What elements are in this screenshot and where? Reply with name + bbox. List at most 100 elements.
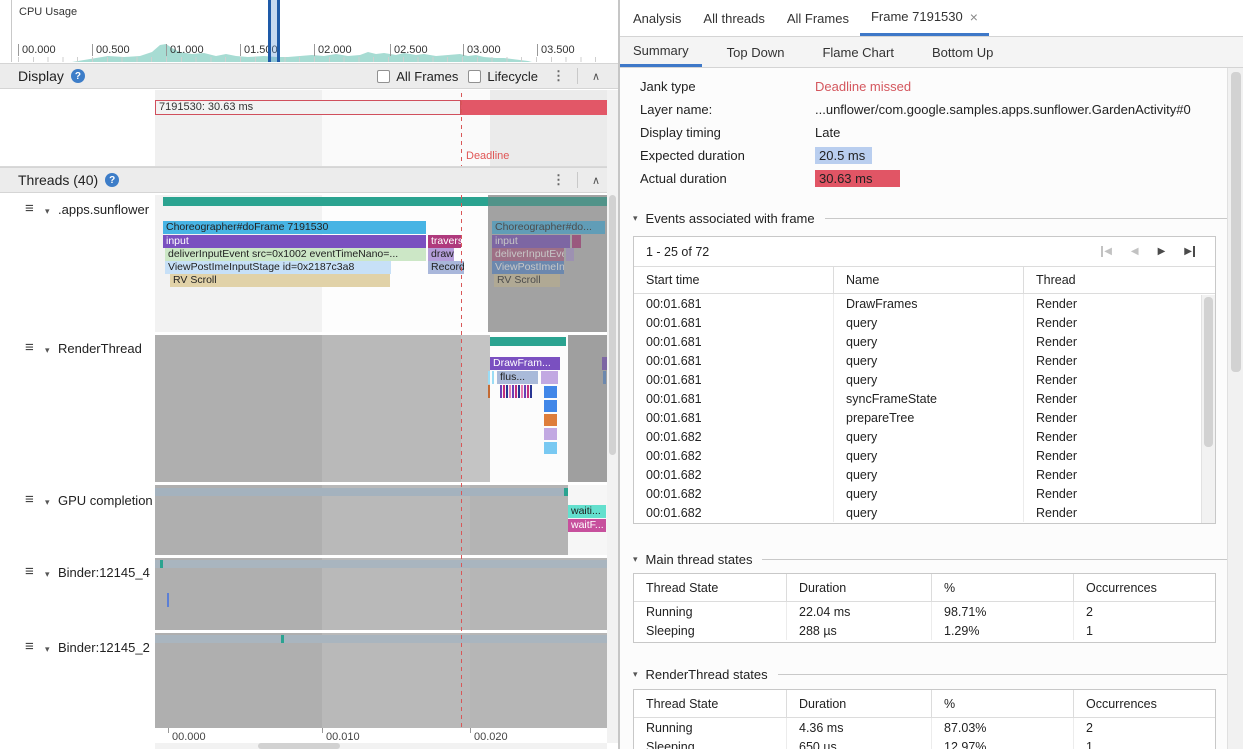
trace-event-bar[interactable] [544, 428, 557, 440]
column-header[interactable]: Thread State [634, 574, 787, 601]
table-row[interactable]: 00:01.682 query Render [634, 465, 1215, 484]
panel-vertical-scrollbar[interactable] [1227, 68, 1243, 749]
vertical-scrollbar-thumb[interactable] [609, 195, 616, 455]
threads-collapse-icon[interactable]: ∧ [592, 174, 600, 187]
collapse-triangle-icon[interactable]: ▾ [633, 554, 638, 565]
column-header[interactable]: Thread State [634, 690, 787, 717]
trace-event-tick[interactable] [167, 593, 169, 607]
table-row[interactable]: 00:01.682 query Render [634, 446, 1215, 465]
lifecycle-checkbox-label[interactable]: Lifecycle [487, 69, 538, 84]
table-row[interactable]: 00:01.681 query Render [634, 332, 1215, 351]
column-header[interactable]: % [932, 690, 1074, 717]
trace-event-bar[interactable]: draw [428, 248, 454, 261]
trace-event-bar[interactable]: traversal [428, 235, 461, 248]
column-header[interactable]: % [932, 574, 1074, 601]
thread-track-label[interactable]: .apps.sunflower [58, 202, 149, 217]
horizontal-scrollbar-thumb[interactable] [258, 743, 340, 749]
thread-state-sleeping-bar[interactable] [155, 488, 564, 496]
column-header[interactable]: Thread [1024, 267, 1215, 293]
display-collapse-icon[interactable]: ∧ [592, 70, 600, 83]
collapse-triangle-icon[interactable]: ▾ [45, 345, 50, 356]
collapse-triangle-icon[interactable]: ▾ [45, 206, 50, 217]
thread-state-running-bar[interactable] [490, 337, 566, 346]
track-drag-handle-icon[interactable]: ≡ [25, 203, 34, 215]
thread-state-running-tick[interactable] [281, 635, 284, 643]
trace-event-bar[interactable] [544, 414, 557, 426]
table-row[interactable]: 00:01.681 prepareTree Render [634, 408, 1215, 427]
close-tab-icon[interactable]: × [970, 9, 978, 25]
column-header[interactable]: Occurrences [1074, 690, 1215, 717]
table-row[interactable]: 00:01.682 query Render [634, 427, 1215, 446]
trace-event-bar[interactable]: ViewPostImeInputStage id=0x2187c3a8 [165, 261, 391, 274]
subtab-flame-chart[interactable]: Flame Chart [809, 37, 907, 67]
trace-event-bar[interactable]: input [163, 235, 426, 248]
trace-event-micro-bars[interactable] [500, 385, 532, 398]
table-row[interactable]: 00:01.681 query Render [634, 351, 1215, 370]
all-frames-checkbox-label[interactable]: All Frames [396, 69, 458, 84]
cpu-usage-minimap[interactable]: CPU Usage 00.000 00.500 01.000 01.500 02… [11, 0, 607, 62]
help-icon[interactable]: ? [71, 69, 85, 83]
column-header[interactable]: Start time [634, 267, 834, 293]
trace-event-bar[interactable]: Choreographer#doFrame 7191530 [163, 221, 426, 234]
track-drag-handle-icon[interactable]: ≡ [25, 494, 34, 506]
table-row[interactable]: 00:01.681 query Render [634, 313, 1215, 332]
table-row[interactable]: 00:01.681 DrawFrames Render [634, 294, 1215, 313]
track-drag-handle-icon[interactable]: ≡ [25, 342, 34, 354]
panel-vertical-scrollbar-thumb[interactable] [1231, 72, 1241, 372]
tab-frame-7191530[interactable]: Frame 7191530 × [860, 0, 989, 36]
thread-state-sleeping-bar[interactable] [155, 560, 607, 568]
trace-event-bar[interactable]: flus... [497, 371, 538, 384]
janky-frame-bar-overrun[interactable] [461, 100, 607, 115]
previous-page-icon[interactable]: ◀ [1131, 246, 1139, 257]
table-row[interactable]: 00:01.681 syncFrameState Render [634, 389, 1215, 408]
trace-event-bar[interactable] [544, 386, 557, 398]
all-frames-checkbox[interactable] [377, 70, 390, 83]
events-table-scrollbar-thumb[interactable] [1204, 297, 1213, 447]
trace-event-bar[interactable]: waiti... [568, 505, 606, 518]
thread-track-label[interactable]: RenderThread [58, 341, 142, 356]
first-page-icon[interactable]: ◀ [1101, 246, 1112, 257]
collapse-triangle-icon[interactable]: ▾ [633, 669, 638, 680]
subtab-top-down[interactable]: Top Down [714, 37, 798, 67]
thread-state-sleeping-bar[interactable] [155, 635, 607, 643]
table-row[interactable]: 00:01.682 query Render [634, 484, 1215, 503]
collapse-triangle-icon[interactable]: ▾ [45, 497, 50, 508]
collapse-triangle-icon[interactable]: ▾ [45, 569, 50, 580]
last-page-icon[interactable]: ▶ [1184, 246, 1195, 257]
trace-event-bar[interactable]: Record ... [428, 261, 464, 274]
trace-event-bar[interactable] [544, 400, 557, 412]
thread-state-running-tick[interactable] [564, 488, 568, 496]
horizontal-scrollbar[interactable] [155, 743, 607, 749]
tab-all-frames[interactable]: All Frames [776, 0, 860, 36]
column-header[interactable]: Occurrences [1074, 574, 1215, 601]
table-row[interactable]: 00:01.681 query Render [634, 370, 1215, 389]
trace-event-bar[interactable]: RV Scroll [170, 274, 390, 287]
trace-event-bar[interactable]: DrawFram... [490, 357, 560, 370]
trace-event-bar[interactable] [544, 442, 557, 454]
subtab-summary[interactable]: Summary [620, 37, 702, 67]
janky-frame-bar[interactable]: 7191530: 30.63 ms [155, 100, 461, 115]
next-page-icon[interactable]: ▶ [1158, 246, 1166, 257]
column-header[interactable]: Name [834, 267, 1024, 293]
tab-all-threads[interactable]: All threads [692, 0, 775, 36]
table-row[interactable]: 00:01.682 query Render [634, 503, 1215, 522]
vertical-scrollbar[interactable] [607, 90, 618, 743]
trace-event-bar[interactable]: waitF... [568, 519, 606, 532]
thread-track-label[interactable]: GPU completion [58, 493, 153, 508]
column-header[interactable]: Duration [787, 690, 932, 717]
track-drag-handle-icon[interactable]: ≡ [25, 641, 34, 653]
events-table-scrollbar[interactable] [1201, 295, 1215, 524]
threads-more-options-icon[interactable]: ⋮ [552, 172, 565, 188]
trace-event-bar[interactable]: deliverInputEvent src=0x1002 eventTimeNa… [165, 248, 426, 261]
track-drag-handle-icon[interactable]: ≡ [25, 566, 34, 578]
thread-track-label[interactable]: Binder:12145_2 [58, 640, 150, 655]
collapse-triangle-icon[interactable]: ▾ [633, 213, 638, 224]
help-icon[interactable]: ? [105, 173, 119, 187]
range-selection-handle[interactable] [268, 0, 280, 62]
subtab-bottom-up[interactable]: Bottom Up [919, 37, 1006, 67]
lifecycle-checkbox[interactable] [468, 70, 481, 83]
thread-track-label[interactable]: Binder:12145_4 [58, 565, 150, 580]
column-header[interactable]: Duration [787, 574, 932, 601]
display-more-options-icon[interactable]: ⋮ [552, 68, 565, 84]
collapse-triangle-icon[interactable]: ▾ [45, 644, 50, 655]
